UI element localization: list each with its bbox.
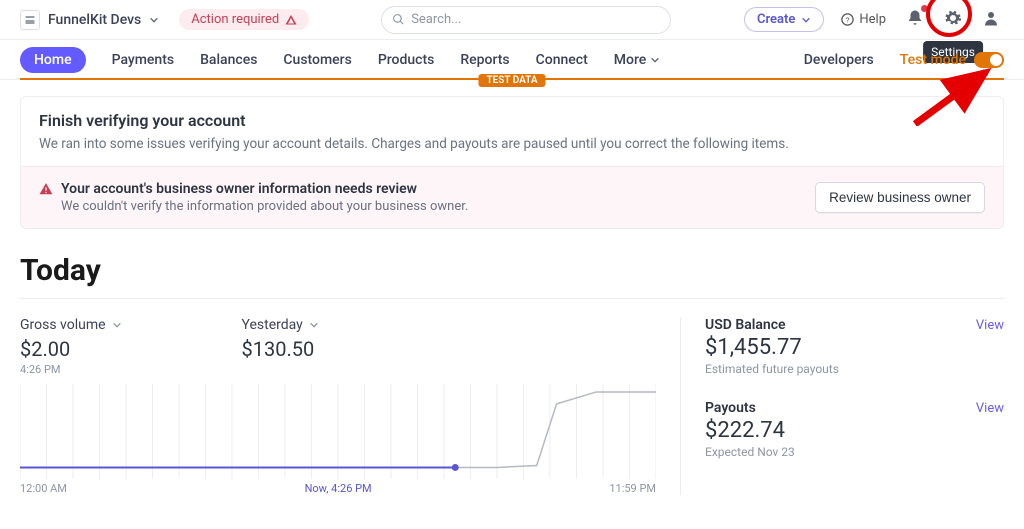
chart-x-start: 12:00 AM [20, 482, 67, 495]
yesterday-value: $130.50 [242, 337, 319, 361]
help-label: Help [859, 12, 886, 27]
payouts-value: $222.74 [705, 418, 1004, 443]
workspace-name: FunnelKit Devs [48, 12, 141, 28]
gross-volume-time: 4:26 PM [20, 363, 122, 376]
chevron-down-icon [149, 15, 159, 25]
action-required-label: Action required [191, 12, 279, 27]
usd-balance-value: $1,455.77 [705, 335, 1004, 360]
nav-reports[interactable]: Reports [460, 52, 509, 68]
review-business-owner-button[interactable]: Review business owner [815, 182, 985, 213]
create-button[interactable]: Create [744, 7, 824, 32]
usd-balance-view-link[interactable]: View [976, 318, 1004, 333]
verify-body: We ran into some issues verifying your a… [39, 136, 985, 152]
chart-x-end: 11:59 PM [609, 482, 656, 495]
nav-developers[interactable]: Developers [804, 52, 874, 68]
nav-connect[interactable]: Connect [536, 52, 588, 68]
help-button[interactable]: ? Help [840, 12, 886, 27]
payouts-sub: Expected Nov 23 [705, 445, 1004, 459]
create-label: Create [757, 12, 795, 27]
nav-home[interactable]: Home [20, 47, 86, 73]
chevron-down-icon [112, 320, 122, 330]
chart-x-now: Now, 4:26 PM [305, 482, 372, 495]
chevron-down-icon [309, 320, 319, 330]
gross-volume-chart [20, 384, 656, 480]
workspace-logo [20, 10, 40, 30]
payouts-title: Payouts [705, 400, 976, 416]
chevron-down-icon [801, 15, 811, 25]
gross-volume-selector[interactable]: Gross volume [20, 317, 122, 333]
page-title: Today [20, 253, 1004, 288]
verify-account-card: Finish verifying your account We ran int… [20, 96, 1004, 229]
notifications-button[interactable] [902, 5, 928, 35]
nav-more-label: More [614, 52, 647, 68]
svg-text:?: ? [846, 16, 850, 25]
yesterday-selector[interactable]: Yesterday [242, 317, 319, 333]
verify-alert: Your account's business owner informatio… [21, 166, 1003, 228]
verify-alert-sub: We couldn't verify the information provi… [61, 199, 815, 214]
nav-payments[interactable]: Payments [112, 52, 175, 68]
gross-volume-label: Gross volume [20, 317, 106, 333]
usd-balance-sub: Estimated future payouts [705, 362, 1004, 376]
test-mode-label: Test mode [900, 52, 966, 68]
nav-products[interactable]: Products [378, 52, 435, 68]
nav-balances[interactable]: Balances [200, 52, 257, 68]
help-icon: ? [840, 12, 855, 27]
test-mode: Test mode [900, 52, 1004, 68]
test-mode-toggle[interactable] [974, 52, 1004, 68]
warning-icon [285, 14, 297, 26]
action-required-badge[interactable]: Action required [179, 9, 309, 30]
verify-alert-title: Your account's business owner informatio… [61, 181, 417, 197]
yesterday-label: Yesterday [242, 317, 303, 333]
verify-heading: Finish verifying your account [39, 111, 985, 130]
payouts-view-link[interactable]: View [976, 401, 1004, 416]
workspace-selector[interactable]: FunnelKit Devs [20, 10, 159, 30]
chevron-down-icon [650, 55, 660, 65]
profile-button[interactable] [978, 5, 1004, 35]
nav-customers[interactable]: Customers [283, 52, 351, 68]
gross-volume-value: $2.00 [20, 337, 122, 361]
search-input[interactable]: Search... [381, 6, 671, 34]
search-icon [392, 13, 405, 26]
test-data-pill: TEST DATA [478, 74, 545, 87]
search-placeholder: Search... [411, 12, 461, 27]
usd-balance-title: USD Balance [705, 317, 976, 333]
warning-icon [39, 182, 53, 196]
avatar-icon [982, 9, 1000, 27]
nav-more[interactable]: More [614, 52, 661, 68]
